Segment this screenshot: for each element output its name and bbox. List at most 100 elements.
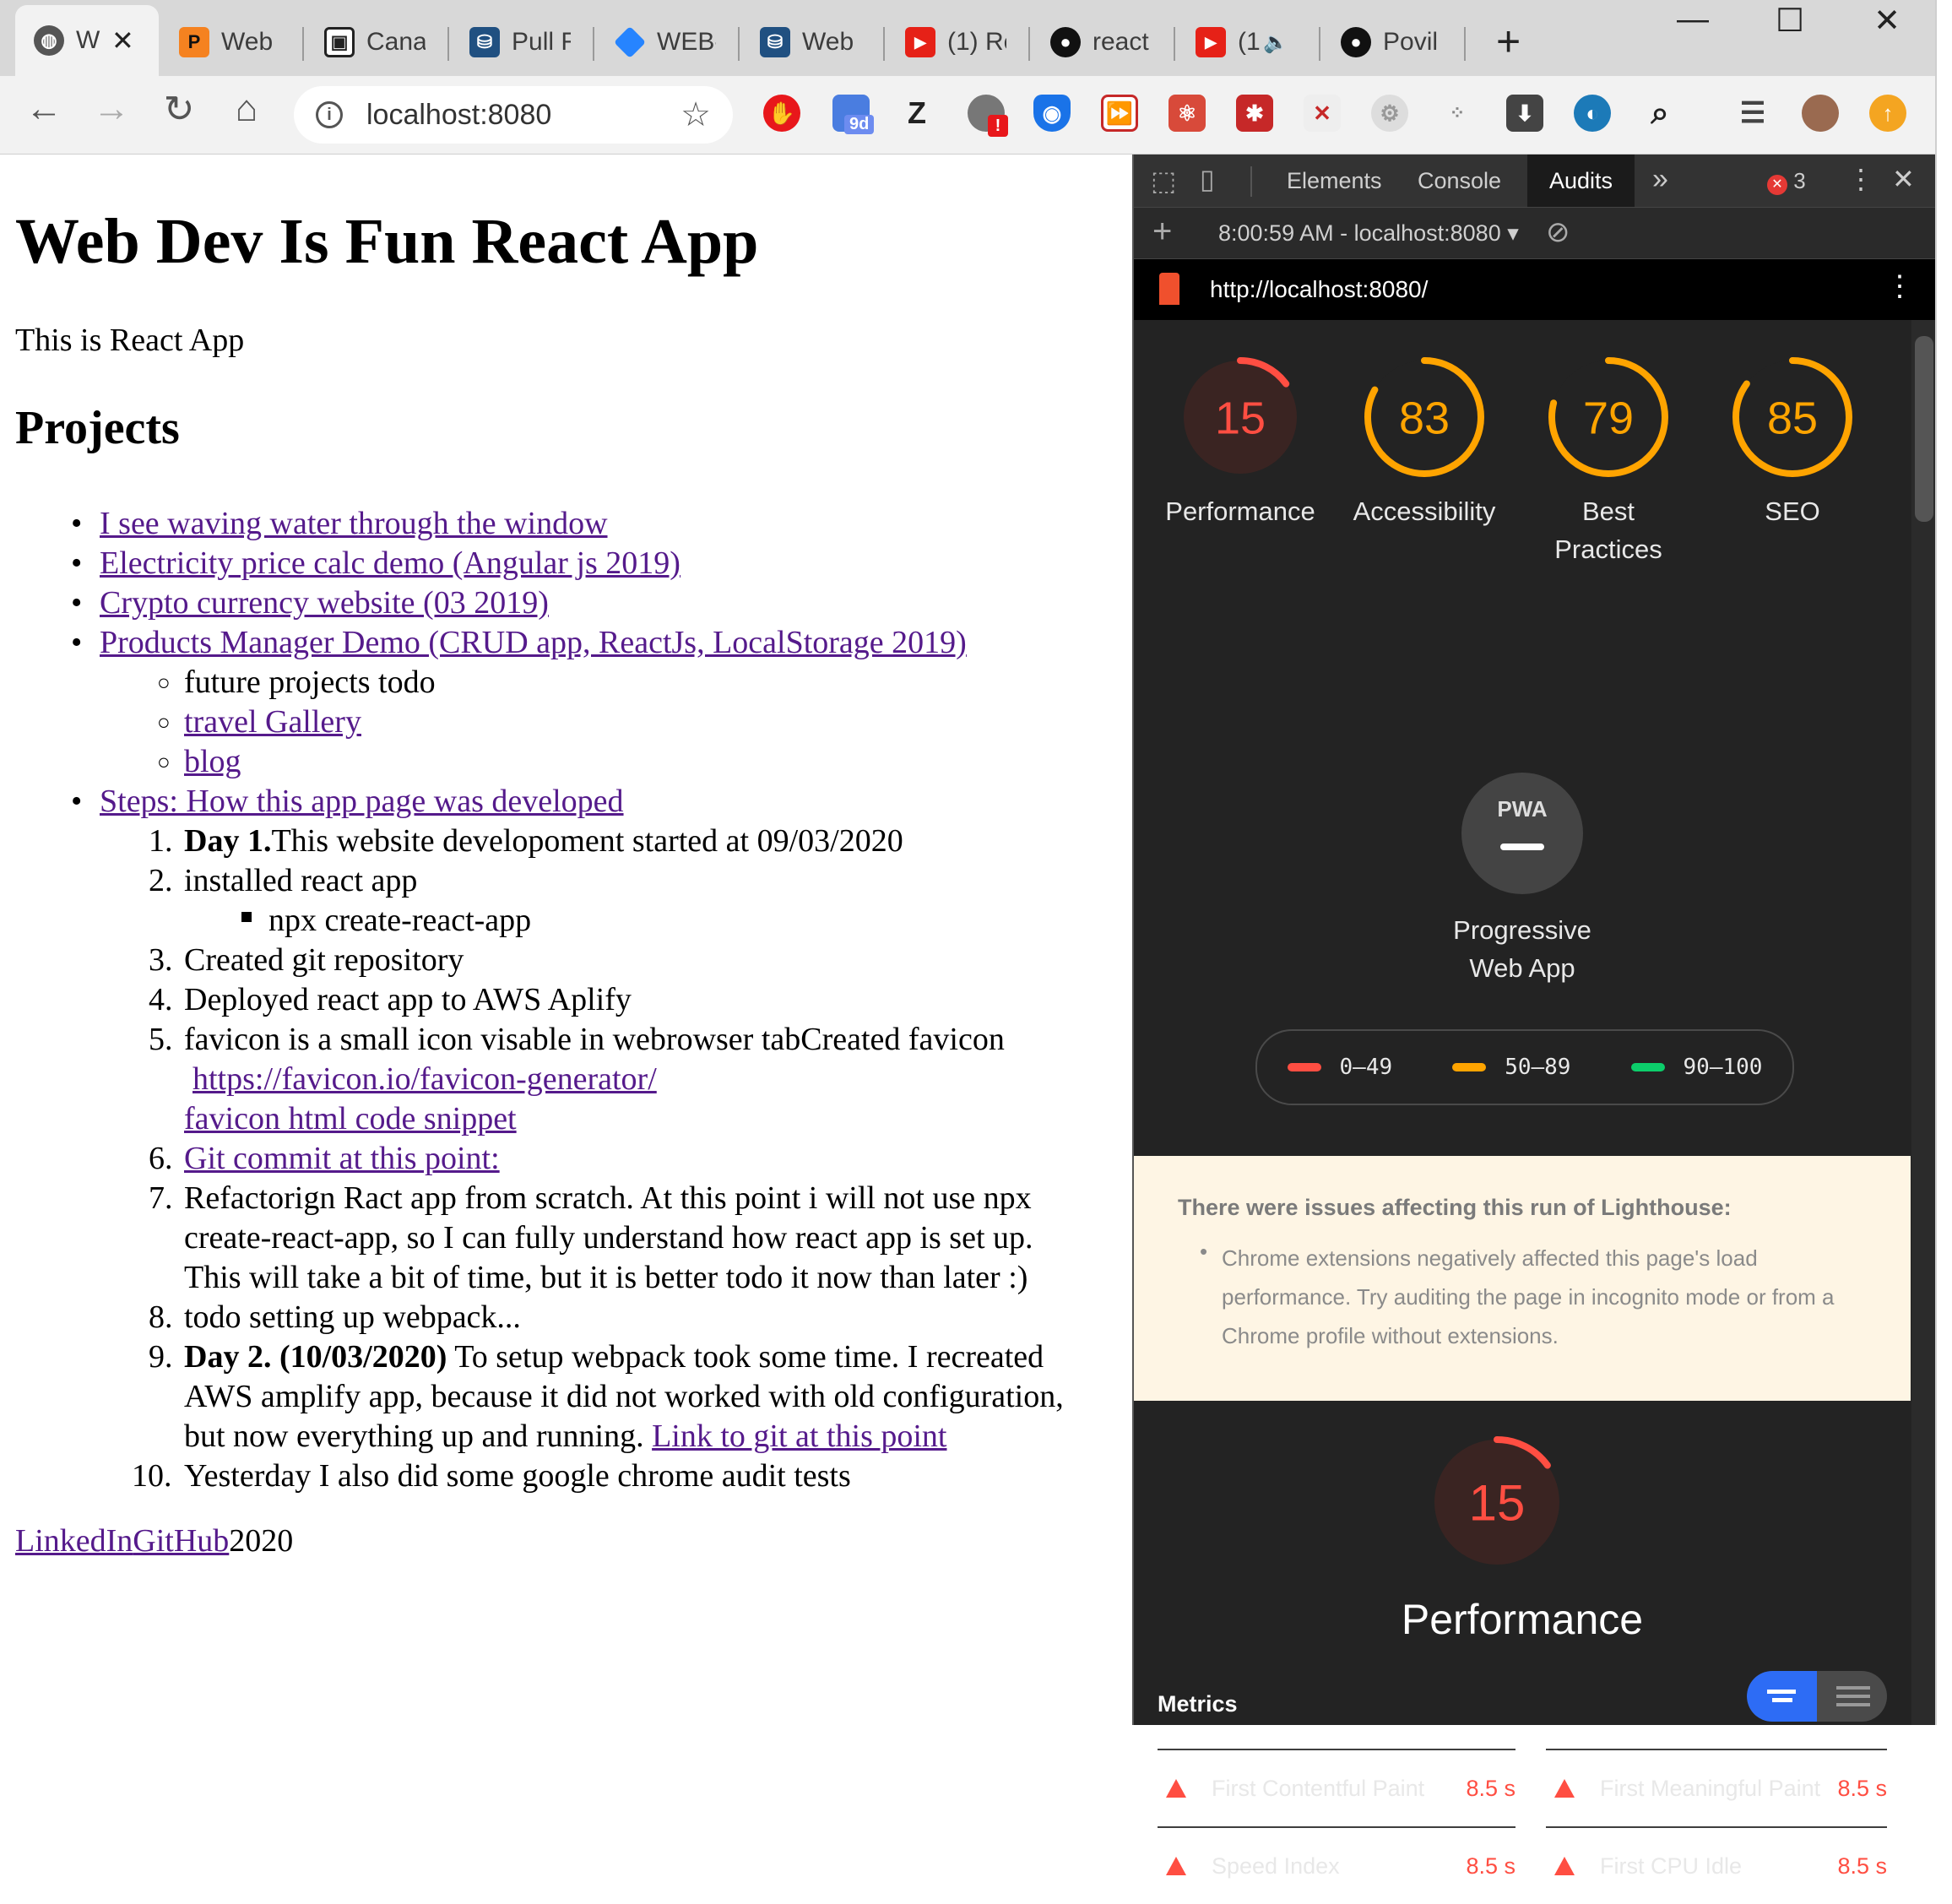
new-tab-button[interactable]: + xyxy=(1496,17,1521,66)
metrics-view-toggle[interactable] xyxy=(1747,1671,1887,1722)
close-window-button[interactable]: ✕ xyxy=(1841,2,1933,40)
step-text: but now everything up and running. xyxy=(184,1419,653,1454)
score-gauge: 15 xyxy=(1431,1436,1563,1568)
steps-link[interactable]: Steps: How this app page was developed xyxy=(100,782,624,822)
legend-item: 0–49 xyxy=(1287,1055,1393,1080)
address-text[interactable]: localhost:8080 xyxy=(366,99,680,132)
performance-large-gauge: 15 xyxy=(1428,1433,1566,1576)
page-title: Web Dev Is Fun React App xyxy=(15,206,759,277)
shield-extension-icon[interactable]: ◉ xyxy=(1033,95,1071,132)
close-tab-icon[interactable]: ✕ xyxy=(111,24,134,57)
best-practices-gauge[interactable]: 79 Best Practices xyxy=(1516,354,1701,568)
git-commit-link[interactable]: Git commit at this point: xyxy=(184,1139,500,1179)
step-text: Refactorign Ract app from scratch. At th… xyxy=(184,1180,1032,1216)
browser-toolbar: ← → ↻ ⌂ i localhost:8080 ☆ ✋ 9d Z ! ◉ ⏩ … xyxy=(0,76,1935,155)
bitbucket-icon: ⛁ xyxy=(469,27,500,57)
redux-extension-icon[interactable]: ✱ xyxy=(1236,95,1273,132)
ublock-icon[interactable]: ✋ xyxy=(763,95,800,132)
update-icon[interactable]: ↑ xyxy=(1869,95,1906,132)
tab-title: react xyxy=(1093,28,1149,56)
device-toolbar-icon[interactable]: ▯ xyxy=(1200,163,1215,195)
project-link[interactable]: Crypto currency website (03 2019) xyxy=(100,583,549,623)
globe-icon: ◍ xyxy=(34,25,64,56)
tab-audits[interactable]: Audits xyxy=(1527,155,1635,207)
address-bar[interactable]: i localhost:8080 ☆ xyxy=(294,86,733,144)
media-queue-icon[interactable]: ☰ xyxy=(1734,95,1771,132)
close-devtools-icon[interactable]: ✕ xyxy=(1892,163,1915,195)
info-icon[interactable]: i xyxy=(316,101,343,128)
error-counter[interactable]: ✕ 3 xyxy=(1767,168,1806,195)
search-icon[interactable]: ⌕ xyxy=(1641,95,1678,132)
tab[interactable]: ● react xyxy=(1032,8,1175,76)
project-link[interactable]: Products Manager Demo (CRUD app, ReactJs… xyxy=(100,623,967,663)
speaker-icon[interactable]: 🔈 xyxy=(1263,30,1288,55)
fail-triangle-icon xyxy=(1554,1779,1575,1798)
privacy-extension-icon[interactable]: ! xyxy=(968,95,1008,137)
kebab-menu-icon[interactable]: ⋮ xyxy=(1847,163,1874,195)
tab-title: W xyxy=(76,26,100,54)
pwa-gauge[interactable]: PWA Progressive Web App xyxy=(1429,773,1615,987)
lighthouse-header: http://localhost:8080/ ⋮ xyxy=(1134,259,1937,320)
github-link[interactable]: GitHub xyxy=(133,1523,229,1559)
report-scrollbar[interactable] xyxy=(1911,320,1937,1725)
media-extension-icon[interactable]: ⏩ xyxy=(1101,95,1138,132)
favicon-generator-link[interactable]: https://favicon.io/favicon-generator/ xyxy=(192,1060,657,1099)
minimize-button[interactable]: — xyxy=(1646,2,1739,38)
tab-elements[interactable]: Elements xyxy=(1265,155,1404,207)
linkedin-link[interactable]: LinkedIn xyxy=(15,1523,133,1559)
maximize-button[interactable]: ☐ xyxy=(1743,2,1836,40)
blocked-extension-icon[interactable]: ✕ xyxy=(1304,95,1341,132)
tab[interactable]: ▣ Canal xyxy=(306,8,449,76)
gallery-link[interactable]: travel Gallery xyxy=(184,702,361,742)
bookmark-star-icon[interactable]: ☆ xyxy=(680,95,711,134)
warning-title: There were issues affecting this run of … xyxy=(1178,1195,1732,1220)
new-audit-icon[interactable]: + xyxy=(1152,213,1172,251)
step-text: todo setting up webpack... xyxy=(184,1299,521,1335)
project-link[interactable]: I see waving water through the window xyxy=(100,504,608,544)
tab[interactable]: ⛁ Pull R xyxy=(451,8,594,76)
calendar-extension-icon[interactable]: 9d xyxy=(832,95,875,134)
tab[interactable]: ▶ (1) Re xyxy=(887,8,1030,76)
download-extension-icon[interactable]: ⬇ xyxy=(1506,95,1543,132)
dots-extension-icon[interactable]: ⁘ xyxy=(1439,95,1476,132)
compact-view-button[interactable] xyxy=(1747,1671,1817,1722)
accessibility-gauge[interactable]: 83 Accessibility xyxy=(1331,354,1517,530)
tab[interactable]: ⛁ Web xyxy=(741,8,885,76)
clear-icon[interactable]: ⊘ xyxy=(1546,215,1570,249)
score-gauge: 83 xyxy=(1364,357,1484,477)
react-devtools-icon[interactable]: ⚛ xyxy=(1168,95,1206,132)
favicon-snippet-link[interactable]: favicon html code snippet xyxy=(184,1099,517,1139)
step-text: This will take a bit of time, but it is … xyxy=(184,1260,1028,1295)
z-extension-icon[interactable]: Z xyxy=(898,95,935,132)
project-link[interactable]: Electricity price calc demo (Angular js … xyxy=(100,544,680,583)
more-tabs-icon[interactable]: » xyxy=(1652,163,1668,196)
git-link[interactable]: Link to git at this point xyxy=(652,1419,946,1454)
reload-button[interactable]: ↻ xyxy=(154,88,204,131)
extension-badge: 9d xyxy=(844,115,875,134)
blog-link[interactable]: blog xyxy=(184,742,241,782)
tab-active[interactable]: ◍ W ✕ xyxy=(15,5,159,76)
settings-extension-icon[interactable]: ⚙ xyxy=(1371,95,1408,132)
tab[interactable]: ▶ (1 🔈 xyxy=(1177,8,1320,76)
tab[interactable]: P Web xyxy=(160,8,304,76)
report-select[interactable]: 8:00:59 AM - localhost:8080 ▾ xyxy=(1218,220,1519,247)
performance-gauge[interactable]: 15 Performance xyxy=(1147,354,1333,530)
lighthouse-menu-icon[interactable]: ⋮ xyxy=(1885,269,1914,303)
back-button[interactable]: ← xyxy=(19,88,69,130)
seo-gauge[interactable]: 85 SEO xyxy=(1700,354,1885,530)
inspect-icon[interactable]: ⬚ xyxy=(1151,165,1176,197)
tab-title: Pull R xyxy=(512,28,571,56)
eye-extension-icon[interactable]: ◐ xyxy=(1574,95,1611,132)
metrics-label: Metrics xyxy=(1158,1691,1238,1717)
legend-range: 0–49 xyxy=(1339,1055,1393,1080)
video-icon: ▣ xyxy=(324,27,355,57)
tab-console[interactable]: Console xyxy=(1396,155,1523,207)
avatar[interactable] xyxy=(1802,95,1839,132)
tab[interactable]: WEB- xyxy=(596,8,740,76)
warning-text: Chrome extensions negatively affected th… xyxy=(1222,1245,1835,1348)
report-scrollbar-thumb[interactable] xyxy=(1915,336,1933,522)
home-button[interactable]: ⌂ xyxy=(221,88,272,130)
gauge-label: Performance xyxy=(1165,496,1315,526)
forward-button[interactable]: → xyxy=(86,88,137,130)
tab[interactable]: ● Povil xyxy=(1322,8,1466,76)
